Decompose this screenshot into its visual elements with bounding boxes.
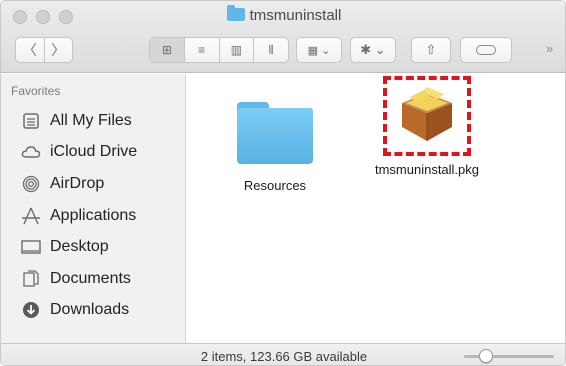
navigation-group: 〈 〉 (15, 37, 73, 63)
arrange-button[interactable]: ▦ ⌄ (296, 37, 342, 63)
sidebar-item-airdrop[interactable]: AirDrop (1, 169, 186, 199)
cover-flow-button[interactable]: ⫴ (253, 38, 288, 62)
file-name: Resources (243, 178, 307, 193)
sidebar-item-applications[interactable]: Applications (1, 201, 186, 231)
slider-knob[interactable] (479, 349, 493, 363)
finder-window: tmsmuninstall 〈 〉 ⊞ ≡ ▥ ⫴ ▦ ⌄ ✱ ⌄ ⇧ » Fa… (0, 0, 566, 366)
sidebar-item-label: iCloud Drive (50, 143, 138, 160)
status-bar: 2 items, 123.66 GB available (1, 343, 565, 365)
icon-size-slider[interactable] (464, 349, 554, 363)
sidebar-item-label: Documents (50, 270, 131, 287)
icon-view-button[interactable]: ⊞ (150, 38, 184, 62)
window-title: tmsmuninstall (1, 5, 565, 24)
sidebar-item-desktop[interactable]: Desktop (1, 232, 186, 262)
sidebar-item-label: Applications (50, 207, 137, 224)
sidebar-item-downloads[interactable]: Downloads (1, 295, 186, 325)
airdrop-icon (21, 174, 41, 194)
tag-button[interactable] (460, 37, 512, 63)
sidebar: Favorites All My Files iCloud Drive AirD… (1, 74, 186, 343)
sidebar-item-documents[interactable]: Documents (1, 264, 186, 294)
toolbar: tmsmuninstall 〈 〉 ⊞ ≡ ▥ ⫴ ▦ ⌄ ✱ ⌄ ⇧ » (1, 1, 565, 73)
folder-icon (226, 5, 245, 21)
highlight-box (383, 76, 471, 156)
share-button[interactable]: ⇧ (411, 37, 451, 63)
window-title-text: tmsmuninstall (249, 7, 342, 24)
file-area: Resources tmsmuninstall.pkg (187, 74, 565, 343)
sidebar-item-label: All My Files (50, 112, 132, 129)
package-icon (402, 87, 452, 141)
tag-icon (476, 45, 496, 55)
desktop-icon (21, 237, 41, 257)
view-mode-group: ⊞ ≡ ▥ ⫴ (149, 37, 289, 63)
documents-icon (21, 269, 41, 289)
file-item-pkg[interactable]: tmsmuninstall.pkg (357, 76, 497, 177)
applications-icon (21, 206, 41, 226)
sidebar-item-label: AirDrop (50, 175, 105, 192)
sidebar-item-label: Desktop (50, 238, 109, 255)
sidebar-item-all-my-files[interactable]: All My Files (1, 106, 186, 136)
toolbar-overflow-button[interactable]: » (546, 41, 553, 56)
sidebar-heading: Favorites (11, 84, 61, 98)
action-gear-button[interactable]: ✱ ⌄ (350, 37, 396, 63)
file-name: tmsmuninstall.pkg (374, 162, 480, 177)
sidebar-item-icloud-drive[interactable]: iCloud Drive (1, 137, 186, 167)
sidebar-item-label: Downloads (50, 301, 130, 318)
column-view-button[interactable]: ▥ (218, 38, 254, 62)
forward-button[interactable]: 〉 (43, 38, 73, 62)
back-button[interactable]: 〈 (16, 38, 44, 62)
cloud-icon (21, 142, 41, 162)
downloads-icon (21, 300, 41, 320)
all-files-icon (21, 111, 41, 131)
list-view-button[interactable]: ≡ (183, 38, 219, 62)
file-item-resources[interactable]: Resources (225, 92, 325, 193)
folder-icon (237, 102, 313, 164)
